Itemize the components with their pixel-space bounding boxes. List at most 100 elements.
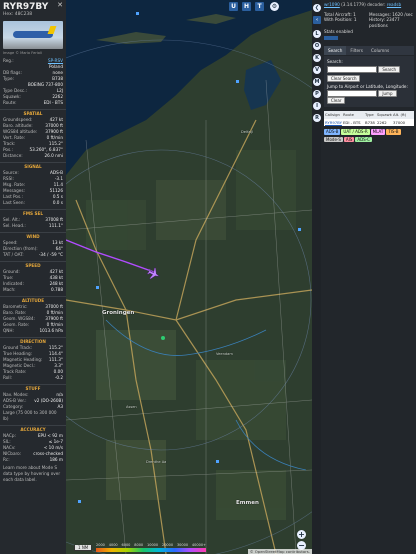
info-row: Last Seen: 0.0 s — [0, 200, 66, 206]
source-tag[interactable]: AIS — [343, 136, 355, 142]
alt-label: 4000 — [108, 543, 118, 547]
info-row: Roll: -0.2 — [0, 375, 66, 381]
field-label: Mach: — [3, 287, 16, 292]
side-btn-o[interactable]: O — [313, 42, 321, 50]
alt-label: 20000 — [161, 543, 174, 547]
source-tag[interactable]: UAT / ADS-R — [341, 129, 370, 135]
info-row: Sel. Head.: 111.1° — [0, 223, 66, 229]
stat-value: 1620 /sec — [392, 11, 413, 17]
source-tag[interactable]: ADS-B — [324, 129, 341, 135]
stats-content: wr1090 (3.14.1779) decoder: readsb Total… — [324, 2, 414, 143]
col-alt[interactable]: Alt. (ft) — [392, 111, 410, 119]
tab-search[interactable]: Search — [324, 45, 347, 55]
photo-tail — [47, 26, 57, 34]
search-input[interactable] — [327, 65, 377, 73]
side-btn-r[interactable]: R — [313, 114, 321, 122]
field-value: -0.2 — [54, 375, 63, 380]
side-btn-m[interactable]: M — [313, 78, 321, 86]
stat-value: 1 — [353, 17, 357, 22]
side-btn-v[interactable]: V — [313, 66, 321, 74]
field-label: Large (75 000 to 300 000 lb) — [3, 410, 57, 421]
info-row: Large (75 000 to 300 000 lb) — [0, 410, 66, 422]
stats-toggle[interactable] — [324, 35, 338, 40]
version-link[interactable]: wr1090 — [324, 2, 340, 7]
row-route: EDI - BTS — [343, 119, 361, 125]
stat-label: Total Aircraft: — [324, 11, 352, 17]
aircraft-photo[interactable] — [3, 21, 63, 49]
row-type: B738 — [365, 119, 375, 125]
alt-label: 10000 — [147, 543, 159, 547]
side-button-strip: ❮ ‹ L O K V M P I R — [312, 0, 321, 554]
map-label-5: Assen — [126, 405, 137, 409]
side-btn-i[interactable]: I — [313, 102, 321, 110]
col-squawk[interactable]: Squawk — [376, 111, 392, 119]
row-callsign[interactable]: RYR97BY — [324, 119, 342, 127]
map-label-4: Veendam — [216, 352, 233, 356]
info-row: Mach: 0.788 — [0, 287, 66, 293]
photo-credit: Image © Mario Ferioli — [3, 51, 43, 55]
stat-label: Messages: — [369, 11, 391, 17]
col-route[interactable]: Route — [342, 111, 364, 119]
settings-icon[interactable]: ⚙ — [270, 2, 279, 11]
field-label: Roll: — [3, 375, 13, 380]
stat-label: With Position: — [324, 17, 353, 22]
section-title: SIGNAL — [0, 162, 66, 170]
search-label: Search: — [327, 59, 343, 64]
source-tag[interactable]: ADS-C — [355, 136, 372, 142]
search-button[interactable]: Search — [378, 65, 401, 73]
map-label-1: Groningen — [102, 310, 135, 316]
col-type[interactable]: Type — [364, 111, 376, 119]
basic-fields: Reg.: SP-RSV Poland DB flags: none Type: B738 B… — [0, 58, 66, 106]
collapse-icon[interactable]: ❮ — [313, 4, 321, 12]
source-tag[interactable]: Mode-S — [324, 136, 343, 142]
source-tag[interactable]: TIS-B — [386, 129, 401, 135]
section-title: SPATIAL — [0, 109, 66, 117]
stats-enabled: Stats enabled — [324, 29, 353, 34]
decoder-link[interactable]: readsb — [387, 2, 401, 7]
field-label: Reg.: — [3, 58, 14, 63]
section-title: WIND — [0, 232, 66, 240]
hex-value: 48C238 — [14, 12, 33, 17]
detail-sections: SPATIAL Groundspeed: 427 kt Baro. altitude:… — [0, 109, 66, 463]
alt-label: 6000 — [121, 543, 131, 547]
side-btn-left-arrow[interactable]: ‹ — [313, 16, 321, 24]
side-btn-k[interactable]: K — [313, 54, 321, 62]
tab-columns[interactable]: Columns — [367, 46, 393, 56]
tab-filters[interactable]: Filters — [346, 46, 367, 56]
field-value: 1013.6 hPa — [39, 328, 63, 333]
version-number: (3.14.1779) — [341, 2, 366, 7]
row-alt: 37000 — [393, 119, 406, 125]
zoom-in-button[interactable]: + — [297, 530, 306, 539]
row-squawk: 2262 — [377, 119, 387, 125]
map-attribution[interactable]: © OpenStreetMap contributors. — [247, 549, 312, 554]
clear-search-button[interactable]: Clear Search — [327, 74, 361, 82]
map-btn-h[interactable]: H — [242, 2, 251, 11]
jump-button[interactable]: Jump — [378, 90, 397, 97]
alt-label: 40000+ — [191, 543, 206, 547]
field-label: Last Seen: — [3, 200, 25, 205]
search-area: Search: Search Clear Search Jump to Airp… — [324, 56, 414, 107]
receiver-marker — [161, 336, 165, 340]
table-row[interactable]: RYR97BY EDI - BTS B738 2262 37000 — [324, 118, 414, 127]
jump-input[interactable] — [327, 90, 377, 97]
footnote: Learn more about Mode S data type by hov… — [3, 465, 61, 482]
map[interactable]: Groningen Emmen Drenthe Aa Veendam Assen… — [66, 0, 312, 554]
alt-label: 2000 — [96, 543, 105, 547]
section-title: ACCURACY — [0, 425, 66, 433]
aircraft-table-header: Callsign Route Type Squawk Alt. (ft) — [324, 111, 414, 119]
close-icon[interactable]: ✕ — [57, 2, 63, 9]
map-btn-t[interactable]: T — [255, 2, 264, 11]
side-btn-l[interactable]: L — [313, 30, 321, 38]
field-value: 0.0 s — [52, 200, 63, 205]
map-scale: 1 NM — [74, 545, 93, 551]
col-callsign[interactable]: Callsign — [324, 111, 342, 119]
section-title: DIRECTION — [0, 337, 66, 345]
panel-tabs: Search Filters Columns — [324, 45, 414, 56]
map-canvas — [66, 0, 312, 554]
clear-button[interactable]: Clear — [327, 97, 346, 104]
source-tag[interactable]: MLAT — [370, 129, 386, 135]
field-label: Rc: — [3, 457, 10, 462]
field-value: -34 / -59 °C — [38, 252, 63, 257]
side-btn-p[interactable]: P — [313, 90, 321, 98]
map-btn-u[interactable]: U — [229, 2, 238, 11]
